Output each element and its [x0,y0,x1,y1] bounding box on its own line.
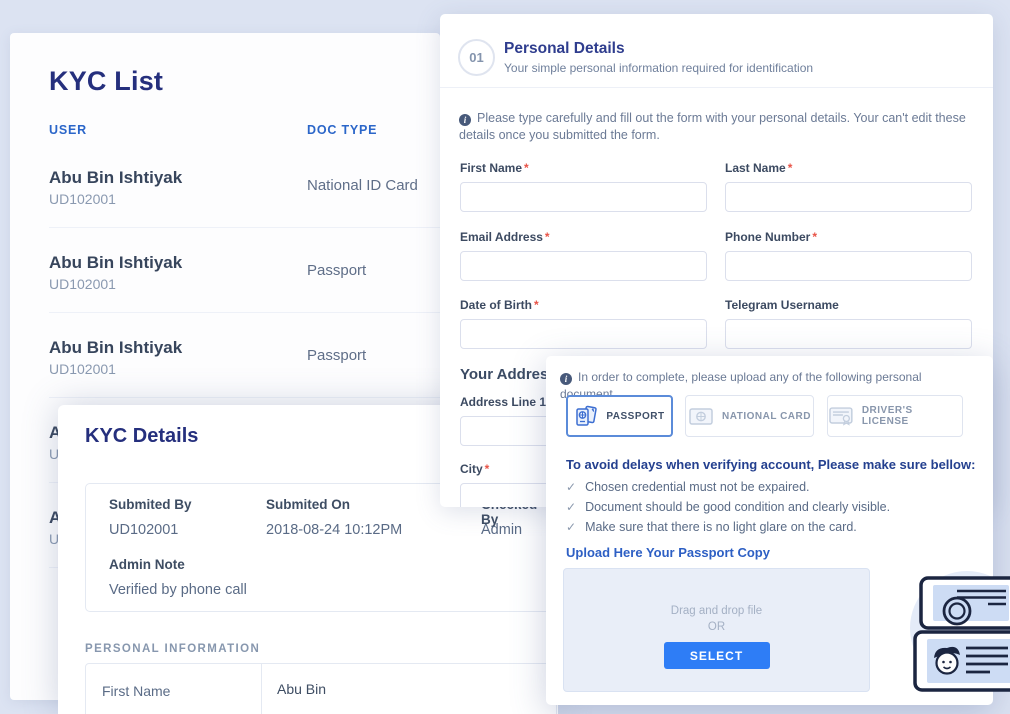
kyc-list-title: KYC List [49,66,163,97]
select-file-button[interactable]: SELECT [664,642,770,669]
info-icon: i [560,373,572,385]
checklist-text: Document should be good condition and cl… [585,500,890,514]
personal-information-table: First Name Abu Bin [85,663,557,714]
submitted-by-label: Submited By [109,497,192,512]
required-marker: * [788,161,793,175]
first-name-input[interactable] [460,182,707,212]
upload-here-label: Upload Here Your Passport Copy [566,545,770,560]
field-label: Telegram Username [725,298,972,312]
drivers-license-icon [828,405,854,427]
checklist-text: Chosen credential must not be expaired. [585,480,809,494]
kyc-list-row[interactable]: Abu Bin Ishtiyak UD102001 National ID Ca… [49,153,440,228]
doc-type-value: Passport [307,347,366,364]
header-divider [440,87,993,88]
email-address-field: Email Address* [460,230,707,281]
kyc-details-title: KYC Details [85,425,198,448]
column-header-user: USER [49,123,87,137]
user-id: UD102001 [49,276,116,292]
required-marker: * [524,161,529,175]
national-card-icon [688,405,714,427]
step-number-badge: 01 [458,39,495,76]
personal-information-heading: PERSONAL INFORMATION [85,643,260,655]
date-of-birth-field: Date of Birth* [460,298,707,349]
user-id: UD102001 [49,361,116,377]
instructions-heading: To avoid delays when verifying account, … [566,457,975,472]
doc-option-passport[interactable]: PASSPORT [566,395,673,437]
doc-option-national-card[interactable]: NATIONAL CARD [685,395,814,437]
address-section-title: Your Address [460,366,557,383]
required-marker: * [545,230,550,244]
admin-note-value: Verified by phone call [109,582,247,598]
doc-option-label: PASSPORT [606,411,664,422]
checklist-item: ✓ Document should be good condition and c… [566,500,890,514]
checked-by-value: Admin [481,522,522,538]
doc-option-label: NATIONAL CARD [722,411,811,422]
check-icon: ✓ [566,500,576,514]
required-marker: * [534,298,539,312]
field-label: Last Name* [725,161,972,175]
kyc-list-row[interactable]: Abu Bin Ishtiyak UD102001 Passport [49,238,440,313]
checklist-item: ✓ Make sure that there is no light glare … [566,520,857,534]
doc-type-value: Passport [307,262,366,279]
id-cards-illustration [900,558,1010,714]
email-address-input[interactable] [460,251,707,281]
field-label: First Name* [460,161,707,175]
user-name: Abu Bin Ishtiyak [49,253,182,273]
dropzone-hint: Drag and drop file [564,605,869,617]
last-name-input[interactable] [725,182,972,212]
field-label: Date of Birth* [460,298,707,312]
doc-option-drivers-license[interactable]: DRIVER'S LICENSE [827,395,963,437]
personal-details-subtitle: Your simple personal information require… [504,61,813,75]
date-of-birth-input[interactable] [460,319,707,349]
first-name-field: First Name* [460,161,707,212]
submitted-by-value: UD102001 [109,522,178,538]
doc-type-value: National ID Card [307,177,418,194]
required-marker: * [485,462,490,476]
table-row-value: Abu Bin [277,681,326,697]
check-icon: ✓ [566,520,576,534]
phone-number-field: Phone Number* [725,230,972,281]
submitted-on-value: 2018-08-24 10:12PM [266,522,402,538]
file-dropzone[interactable]: Drag and drop file OR SELECT [563,568,870,692]
phone-number-input[interactable] [725,251,972,281]
kyc-list-row[interactable]: Abu Bin Ishtiyak UD102001 Passport [49,323,440,398]
required-marker: * [812,230,817,244]
user-name: Abu Bin Ishtiyak [49,168,182,188]
info-icon: i [459,114,471,126]
personal-details-title: Personal Details [504,40,625,58]
check-icon: ✓ [566,480,576,494]
table-column-divider [261,664,262,714]
id-card-graphic [915,632,1010,690]
kyc-admin-screen: KYC List USER DOC TYPE Abu Bin Ishtiyak … [0,0,1010,714]
field-label: Phone Number* [725,230,972,244]
submitted-on-label: Submited On [266,497,350,512]
form-note: iPlease type carefully and fill out the … [459,110,981,144]
checklist-item: ✓ Chosen credential must not be expaired. [566,480,810,494]
passport-icon [574,404,598,428]
passport-card-graphic [921,578,1010,628]
field-label: Email Address* [460,230,707,244]
telegram-username-input[interactable] [725,319,972,349]
last-name-field: Last Name* [725,161,972,212]
user-name: Abu Bin Ishtiyak [49,338,182,358]
table-row-label: First Name [102,683,170,699]
doc-option-label: DRIVER'S LICENSE [862,405,962,427]
dropzone-or: OR [564,621,869,633]
checklist-text: Make sure that there is no light glare o… [585,520,857,534]
column-header-doc-type: DOC TYPE [307,123,377,137]
form-note-text: Please type carefully and fill out the f… [459,111,966,142]
admin-note-label: Admin Note [109,557,185,572]
telegram-username-field: Telegram Username [725,298,972,349]
user-id: UD102001 [49,191,116,207]
